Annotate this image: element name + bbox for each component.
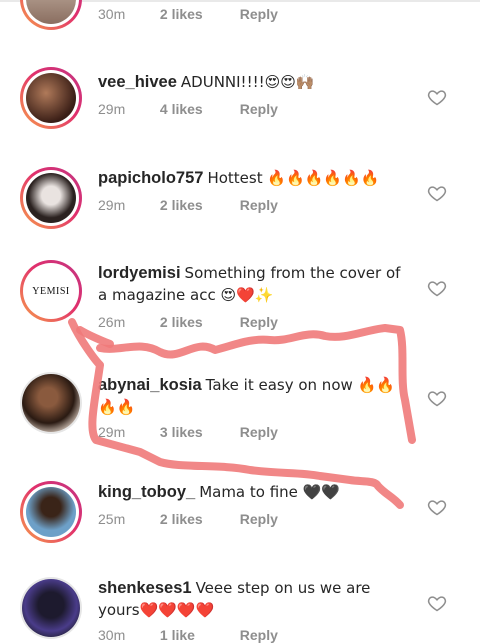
heart-outline-icon[interactable] bbox=[427, 593, 447, 613]
reply-button[interactable]: Reply bbox=[240, 101, 278, 117]
avatar-logo-text: YEMISI bbox=[32, 286, 70, 297]
likes-count[interactable]: 2 likes bbox=[160, 197, 236, 213]
heart-outline-icon[interactable] bbox=[427, 183, 447, 203]
comment-meta: 29m 4 likes Reply bbox=[98, 101, 278, 117]
avatar[interactable] bbox=[20, 167, 82, 229]
comment-time: 29m bbox=[98, 197, 126, 213]
heart-outline-icon[interactable] bbox=[427, 388, 447, 408]
comment-username[interactable]: abynai_kosia bbox=[98, 376, 202, 394]
comment-username[interactable]: vee_hivee bbox=[98, 73, 177, 91]
comment-text: king_toboy_ Mama to fine 🖤🖤 bbox=[98, 481, 408, 503]
comment-meta: 30m 1 like Reply bbox=[98, 627, 278, 643]
comment-time: 25m bbox=[98, 511, 126, 527]
avatar[interactable] bbox=[20, 481, 82, 543]
comment-time: 26m bbox=[98, 314, 126, 330]
comment-meta: 29m 2 likes Reply bbox=[98, 197, 278, 213]
heart-outline-icon[interactable] bbox=[427, 497, 447, 517]
reply-button[interactable]: Reply bbox=[240, 511, 278, 527]
comment-text: lordyemisi Something from the cover of a … bbox=[98, 262, 408, 306]
likes-count[interactable]: 2 likes bbox=[160, 6, 236, 22]
reply-button[interactable]: Reply bbox=[240, 314, 278, 330]
comment-body: Hottest 🔥🔥🔥🔥🔥🔥 bbox=[207, 169, 380, 187]
avatar[interactable]: YEMISI bbox=[20, 260, 82, 322]
comment-time: 30m bbox=[98, 627, 126, 643]
comment-text: abynai_kosia Take it easy on now 🔥🔥🔥🔥 bbox=[98, 374, 408, 418]
likes-count[interactable]: 3 likes bbox=[160, 424, 236, 440]
likes-count[interactable]: 2 likes bbox=[160, 511, 236, 527]
comment-username[interactable]: shenkeses1 bbox=[98, 579, 192, 597]
avatar[interactable] bbox=[20, 67, 82, 129]
comment-text: vee_hivee ADUNNI!!!!😍😍🙌🏽 bbox=[98, 71, 408, 93]
reply-button[interactable]: Reply bbox=[240, 424, 278, 440]
reply-button[interactable]: Reply bbox=[240, 627, 278, 643]
comment-time: 30m bbox=[98, 6, 126, 22]
avatar[interactable] bbox=[20, 577, 82, 639]
comment-meta: 29m 3 likes Reply bbox=[98, 424, 278, 440]
comment-body: ADUNNI!!!!😍😍🙌🏽 bbox=[180, 73, 315, 91]
reply-button[interactable]: Reply bbox=[240, 197, 278, 213]
comment-meta: 30m 2 likes Reply bbox=[98, 6, 278, 22]
comment-text: shenkeses1 Veee step on us we are yours❤️… bbox=[98, 577, 408, 621]
comment-time: 29m bbox=[98, 101, 126, 117]
comment-text: papicholo757 Hottest 🔥🔥🔥🔥🔥🔥 bbox=[98, 167, 408, 189]
comment-username[interactable]: king_toboy_ bbox=[98, 483, 195, 501]
comment-username[interactable]: papicholo757 bbox=[98, 169, 203, 187]
comment-meta: 26m 2 likes Reply bbox=[98, 314, 278, 330]
comment-meta: 25m 2 likes Reply bbox=[98, 511, 278, 527]
likes-count[interactable]: 1 like bbox=[160, 627, 236, 643]
comment-time: 29m bbox=[98, 424, 126, 440]
likes-count[interactable]: 4 likes bbox=[160, 101, 236, 117]
avatar[interactable] bbox=[20, 0, 82, 30]
likes-count[interactable]: 2 likes bbox=[160, 314, 236, 330]
comment-username[interactable]: lordyemisi bbox=[98, 264, 181, 282]
heart-outline-icon[interactable] bbox=[427, 87, 447, 107]
comment-body: Mama to fine 🖤🖤 bbox=[199, 483, 341, 501]
avatar[interactable] bbox=[20, 372, 82, 434]
reply-button[interactable]: Reply bbox=[240, 6, 278, 22]
heart-outline-icon[interactable] bbox=[427, 278, 447, 298]
